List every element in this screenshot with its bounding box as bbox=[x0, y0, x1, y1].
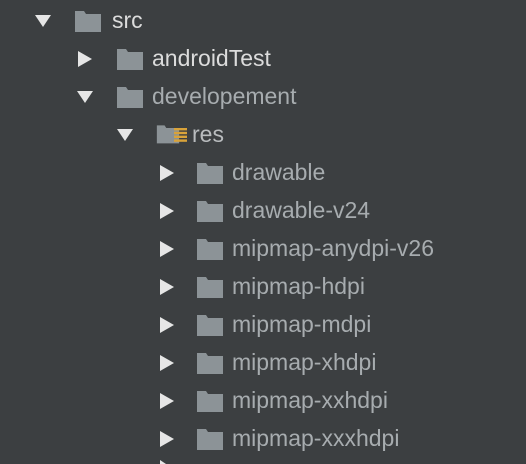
chevron-down-icon[interactable] bbox=[116, 126, 134, 144]
chevron-right-icon[interactable] bbox=[158, 240, 176, 258]
chevron-right-icon[interactable] bbox=[158, 430, 176, 448]
tree-node-label: mipmap-xxhdpi bbox=[232, 387, 388, 413]
chevron-right-icon[interactable] bbox=[158, 392, 176, 410]
tree-node-label: mipmap-xhdpi bbox=[232, 349, 377, 375]
tree-node-mipmap-xxhdpi[interactable]: mipmap-xxhdpi bbox=[0, 382, 526, 420]
folder-icon bbox=[197, 391, 223, 412]
tree-node-res[interactable]: res bbox=[0, 116, 526, 154]
tree-node-label: mipmap-hdpi bbox=[232, 273, 365, 299]
tree-node-label: mipmap-xxxhdpi bbox=[232, 425, 400, 451]
chevron-right-icon[interactable] bbox=[158, 278, 176, 296]
folder-icon bbox=[197, 429, 223, 450]
tree-node-androidtest[interactable]: androidTest bbox=[0, 40, 526, 78]
folder-icon bbox=[197, 315, 223, 336]
tree-node-src[interactable]: src bbox=[0, 2, 526, 40]
resources-folder-icon bbox=[156, 116, 190, 154]
tree-node-mipmap-hdpi[interactable]: mipmap-hdpi bbox=[0, 268, 526, 306]
tree-node-label: androidTest bbox=[152, 45, 271, 71]
folder-icon bbox=[197, 201, 223, 222]
tree-node-label: developement bbox=[152, 83, 297, 109]
chevron-down-icon[interactable] bbox=[76, 88, 94, 106]
folder-icon bbox=[197, 353, 223, 374]
tree-node-label: drawable bbox=[232, 159, 326, 185]
tree-node-drawable[interactable]: drawable bbox=[0, 154, 526, 192]
chevron-right-icon[interactable] bbox=[158, 164, 176, 182]
tree-node-label: drawable-v24 bbox=[232, 197, 371, 223]
tree-node-mipmap-anydpi-v26[interactable]: mipmap-anydpi-v26 bbox=[0, 230, 526, 268]
folder-icon bbox=[197, 277, 223, 298]
tree-node-label: mipmap-anydpi-v26 bbox=[232, 235, 434, 261]
tree-node-partial bbox=[0, 458, 526, 464]
chevron-down-icon[interactable] bbox=[34, 12, 52, 30]
folder-icon bbox=[117, 87, 143, 108]
chevron-right-icon[interactable] bbox=[76, 50, 94, 68]
tree-node-label: mipmap-mdpi bbox=[232, 311, 372, 337]
tree-node-drawable-v24[interactable]: drawable-v24 bbox=[0, 192, 526, 230]
chevron-right-icon[interactable] bbox=[158, 202, 176, 220]
chevron-right-icon[interactable] bbox=[158, 316, 176, 334]
folder-icon bbox=[197, 163, 223, 184]
tree-node-developement[interactable]: developement bbox=[0, 78, 526, 116]
folder-icon bbox=[117, 49, 143, 70]
tree-node-label: src bbox=[112, 7, 143, 33]
chevron-right-icon bbox=[160, 460, 166, 464]
project-tree: src androidTest developement res drawabl… bbox=[0, 0, 526, 464]
folder-icon bbox=[197, 239, 223, 260]
chevron-right-icon[interactable] bbox=[158, 354, 176, 372]
folder-icon bbox=[75, 11, 101, 32]
tree-node-label: res bbox=[192, 121, 224, 147]
tree-node-mipmap-mdpi[interactable]: mipmap-mdpi bbox=[0, 306, 526, 344]
tree-node-mipmap-xhdpi[interactable]: mipmap-xhdpi bbox=[0, 344, 526, 382]
tree-node-mipmap-xxxhdpi[interactable]: mipmap-xxxhdpi bbox=[0, 420, 526, 458]
